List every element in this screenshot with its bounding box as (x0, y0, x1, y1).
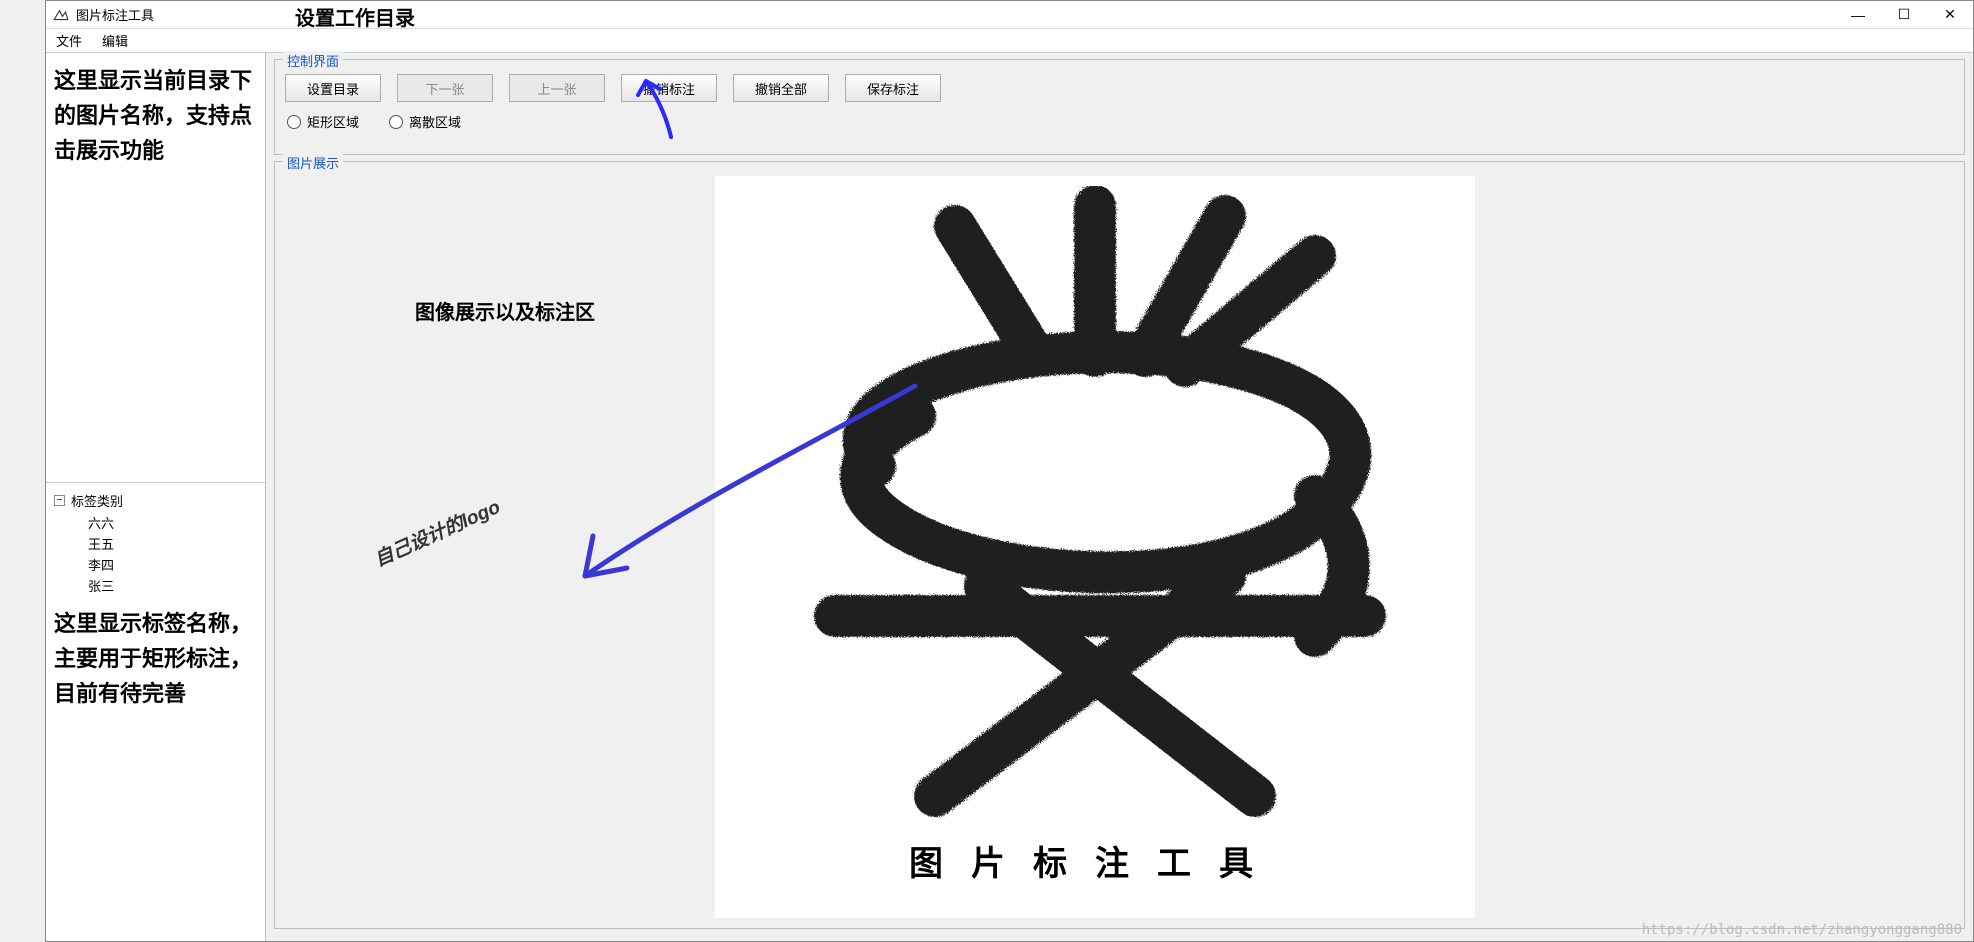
maximize-button[interactable]: ☐ (1881, 1, 1927, 28)
menu-edit[interactable]: 编辑 (102, 31, 128, 50)
app-window: 图片标注工具 — ☐ ✕ 文件 编辑 这里显示当前目录下的图片名称，支持点击展示… (45, 0, 1974, 942)
control-panel: 控制界面 设置目录 下一张 上一张 撤销标注 撤销全部 保存标注 矩形区域 (274, 59, 1965, 155)
tree-children: 六六 王五 李四 张三 (88, 512, 257, 596)
button-row: 设置目录 下一张 上一张 撤销标注 撤销全部 保存标注 (285, 74, 1954, 102)
watermark: https://blog.csdn.net/zhangyonggang880 (1642, 922, 1962, 938)
image-display-panel: 图片展示 图像展示以及标注区 自己设计的logo (274, 161, 1965, 929)
radio-scatter[interactable]: 离散区域 (389, 112, 461, 131)
sidebar-top-description: 这里显示当前目录下的图片名称，支持点击展示功能 (54, 63, 257, 169)
radio-row: 矩形区域 离散区域 (285, 112, 1954, 131)
menu-file[interactable]: 文件 (56, 31, 82, 50)
tree-root-node[interactable]: − 标签类别 (54, 489, 257, 512)
window-controls: — ☐ ✕ (1835, 1, 1973, 28)
next-button[interactable]: 下一张 (397, 74, 493, 102)
main-area: 控制界面 设置目录 下一张 上一张 撤销标注 撤销全部 保存标注 矩形区域 (266, 53, 1973, 941)
annotation-display-area: 图像展示以及标注区 (415, 296, 595, 325)
tree-collapse-icon: − (54, 495, 65, 506)
tree-item[interactable]: 六六 (88, 512, 257, 533)
tree-item[interactable]: 李四 (88, 554, 257, 575)
canvas-area[interactable]: 图像展示以及标注区 自己设计的logo (285, 176, 1954, 918)
body-area: 这里显示当前目录下的图片名称，支持点击展示功能 − 标签类别 六六 王五 李四 … (46, 53, 1973, 941)
control-panel-label: 控制界面 (283, 51, 343, 70)
tree-item[interactable]: 王五 (88, 533, 257, 554)
set-dir-button[interactable]: 设置目录 (285, 74, 381, 102)
undo-all-button[interactable]: 撤销全部 (733, 74, 829, 102)
logo-caption: 图片标注工具 (909, 836, 1281, 885)
annotation-logo: 自己设计的logo (370, 492, 504, 572)
close-button[interactable]: ✕ (1927, 1, 1973, 28)
image-display-label: 图片展示 (283, 153, 343, 172)
undo-button[interactable]: 撤销标注 (621, 74, 717, 102)
radio-rect[interactable]: 矩形区域 (287, 112, 359, 131)
sidebar-bottom: − 标签类别 六六 王五 李四 张三 这里显示标签名称，主要用于矩形标注，目前有… (46, 483, 265, 941)
radio-icon (287, 115, 301, 129)
radio-scatter-label: 离散区域 (409, 112, 461, 131)
minimize-button[interactable]: — (1835, 1, 1881, 28)
label-tree: − 标签类别 六六 王五 李四 张三 (54, 489, 257, 596)
logo-icon (755, 186, 1435, 826)
save-button[interactable]: 保存标注 (845, 74, 941, 102)
tree-item[interactable]: 张三 (88, 575, 257, 596)
sidebar-bottom-description: 这里显示标签名称，主要用于矩形标注，目前有待完善 (54, 606, 257, 712)
radio-rect-label: 矩形区域 (307, 112, 359, 131)
radio-icon (389, 115, 403, 129)
app-title: 图片标注工具 (76, 5, 154, 24)
prev-button[interactable]: 上一张 (509, 74, 605, 102)
menubar: 文件 编辑 (46, 29, 1973, 53)
displayed-image: 图片标注工具 (715, 176, 1475, 918)
sidebar-top: 这里显示当前目录下的图片名称，支持点击展示功能 (46, 53, 265, 483)
sidebar: 这里显示当前目录下的图片名称，支持点击展示功能 − 标签类别 六六 王五 李四 … (46, 53, 266, 941)
app-icon (52, 6, 70, 24)
titlebar: 图片标注工具 — ☐ ✕ (46, 1, 1973, 29)
tree-root-label: 标签类别 (71, 491, 123, 510)
